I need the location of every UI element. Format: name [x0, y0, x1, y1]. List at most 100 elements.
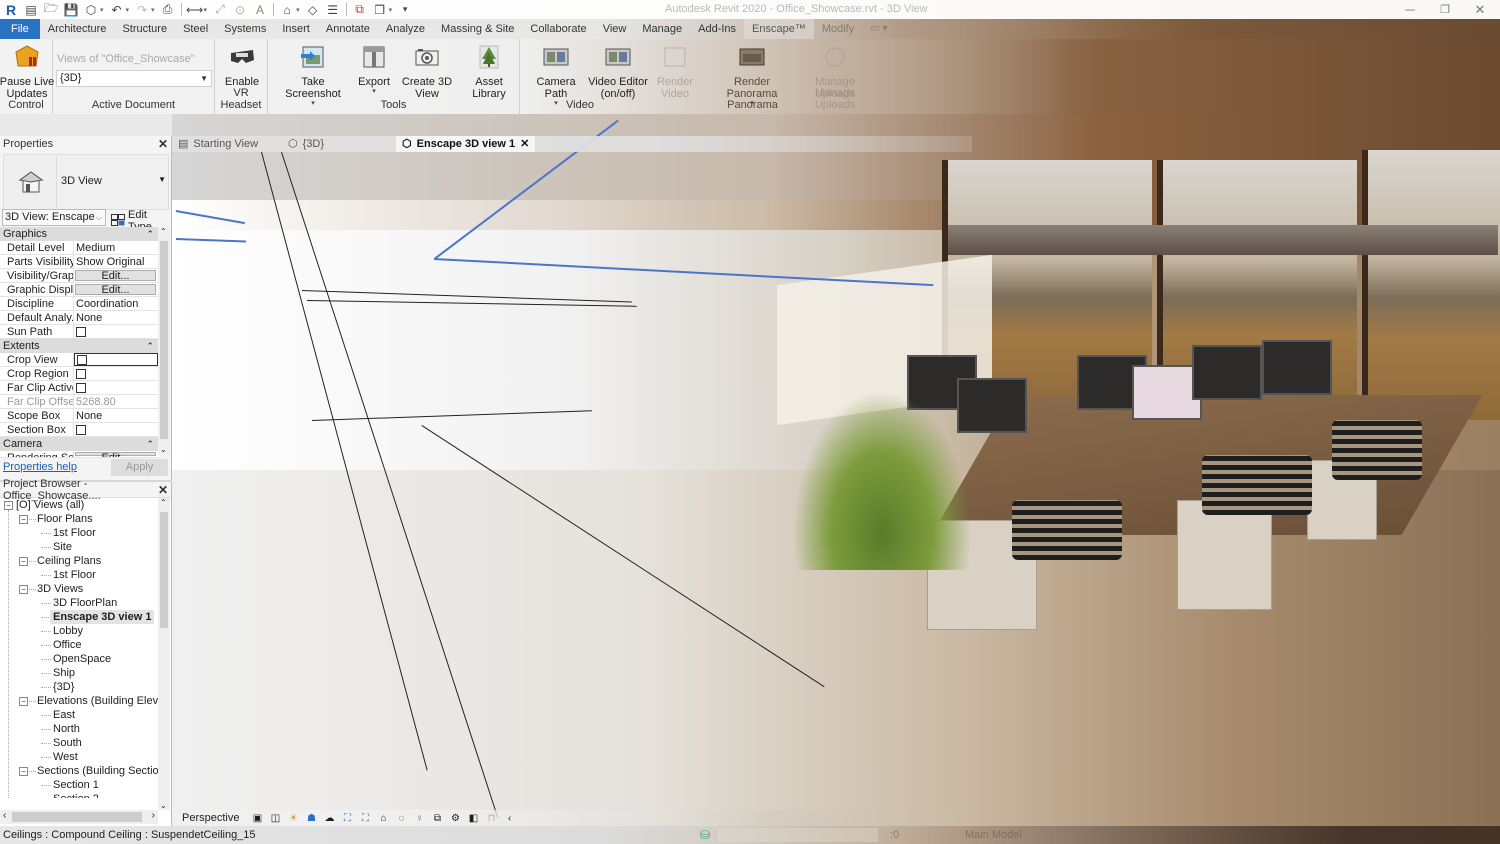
print-icon[interactable]: ⎙	[161, 2, 175, 17]
crop-view-icon[interactable]: ⛶	[341, 813, 353, 824]
section-icon[interactable]: ◇	[306, 3, 320, 17]
browser-scrollbar[interactable]: ⌃ ⌄	[158, 498, 170, 810]
redo-icon[interactable]: ↷	[135, 3, 149, 17]
3d-viewport[interactable]	[172, 0, 1500, 844]
chevron-down-icon[interactable]: ▾	[204, 6, 208, 14]
asset-library-button[interactable]: Asset Library	[461, 43, 517, 100]
sun-path-checkbox[interactable]	[76, 327, 86, 337]
tab-architecture[interactable]: Architecture	[40, 19, 115, 39]
tree-group[interactable]: Ceiling Plans	[37, 554, 101, 568]
crop-region-visible-checkbox[interactable]	[76, 369, 86, 379]
collapse-icon[interactable]: ‹	[503, 813, 515, 824]
browser-hscrollbar[interactable]: ‹ ›	[0, 810, 158, 824]
tab-view[interactable]: View	[595, 19, 635, 39]
category-graphics[interactable]: Graphics ⌃	[0, 227, 158, 241]
open-icon[interactable]: 🗁	[44, 1, 59, 17]
tree-item[interactable]: Office	[53, 638, 82, 652]
temporary-hide-icon[interactable]: ◌	[395, 813, 407, 824]
graphic-display-edit-button[interactable]: Edit...	[75, 284, 156, 296]
visibility-graphics-edit-button[interactable]: Edit...	[75, 270, 156, 282]
section-box-checkbox[interactable]	[76, 425, 86, 435]
tree-group[interactable]: Floor Plans	[37, 512, 93, 526]
apply-button[interactable]: Apply	[111, 459, 168, 476]
collapse-toggle[interactable]: −	[19, 697, 28, 706]
tree-item[interactable]: Lobby	[53, 624, 83, 638]
show-crop-region-icon[interactable]: ⛶	[359, 813, 371, 824]
collapse-toggle[interactable]: −	[19, 585, 28, 594]
visual-style-icon[interactable]: ◫	[269, 813, 281, 824]
tab-manage[interactable]: Manage	[634, 19, 690, 39]
active-model[interactable]: Main Model	[965, 829, 1022, 841]
export-button[interactable]: Export ▾	[354, 43, 394, 95]
restore-button[interactable]: ❐	[1425, 0, 1465, 19]
tree-item[interactable]: Ship	[53, 666, 75, 680]
reveal-hidden-icon[interactable]: ♀	[413, 813, 425, 824]
tab-steel[interactable]: Steel	[175, 19, 216, 39]
type-selector[interactable]: 3D View ▼	[3, 154, 169, 210]
property-value[interactable]: None	[74, 409, 158, 422]
tree-group[interactable]: Sections (Building Section)	[37, 764, 158, 778]
sync-icon[interactable]: ⬡	[84, 3, 98, 17]
ribbon-display-toggle[interactable]: ▭ ▾	[862, 19, 895, 39]
minimize-button[interactable]: ─	[1390, 0, 1430, 19]
dimension-icon[interactable]: ⤢	[213, 2, 227, 17]
measure-icon[interactable]: ⟷	[186, 3, 203, 17]
tree-item[interactable]: Section 2	[53, 792, 99, 798]
tree-item[interactable]: Site	[53, 540, 72, 554]
tree-item[interactable]: OpenSpace	[53, 652, 111, 666]
customize-icon[interactable]: ▾	[398, 3, 412, 17]
revit-logo-icon[interactable]: R	[4, 2, 18, 18]
collapse-toggle[interactable]: −	[19, 557, 28, 566]
scroll-left-icon[interactable]: ‹	[3, 810, 6, 821]
tree-group[interactable]: 3D Views	[37, 582, 83, 596]
text-icon[interactable]: A	[253, 3, 267, 17]
tree-item[interactable]: West	[53, 750, 78, 764]
tab-analyze[interactable]: Analyze	[378, 19, 433, 39]
enable-vr-button[interactable]: Enable	[221, 43, 263, 88]
scroll-up-icon[interactable]: ⌃	[160, 498, 167, 507]
tab-systems[interactable]: Systems	[216, 19, 274, 39]
render-panorama-button[interactable]: Render Panorama ▾	[712, 43, 792, 107]
chevron-down-icon[interactable]: ▾	[389, 6, 393, 14]
tab-insert[interactable]: Insert	[274, 19, 318, 39]
properties-scrollbar[interactable]: ⌃ ⌄	[158, 227, 170, 454]
tree-item[interactable]: East	[53, 708, 75, 722]
render-icon[interactable]: ☁	[323, 813, 335, 824]
instance-selector[interactable]: 3D View: Enscape 3D ⌵	[2, 209, 106, 238]
scroll-thumb[interactable]	[12, 812, 142, 822]
tab-annotate[interactable]: Annotate	[318, 19, 378, 39]
close-icon[interactable]: ✕	[520, 136, 529, 152]
category-extents[interactable]: Extents ⌃	[0, 339, 158, 353]
tree-item[interactable]: 3D FloorPlan	[53, 596, 117, 610]
undo-icon[interactable]: ↶	[110, 3, 124, 17]
3d-view-icon[interactable]: ⌂	[280, 3, 294, 17]
collapse-toggle[interactable]: −	[19, 767, 28, 776]
close-button[interactable]: ✕	[1460, 0, 1500, 19]
workset-select[interactable]	[718, 828, 878, 842]
chevron-down-icon[interactable]: ▾	[100, 6, 104, 14]
close-icon[interactable]: ✕	[158, 483, 168, 497]
take-screenshot-button[interactable]: Take Screenshot ▾	[276, 43, 350, 107]
view-tab-starting-view[interactable]: ▤ Starting View	[172, 136, 264, 152]
tree-root[interactable]: [O] Views (all)	[16, 498, 84, 512]
property-value[interactable]: Medium	[74, 241, 158, 254]
scroll-up-icon[interactable]: ⌃	[160, 227, 167, 236]
detail-level-icon[interactable]: ▣	[251, 813, 263, 824]
pause-live-updates-button[interactable]: Pause Live Updates	[0, 43, 54, 100]
close-hidden-icon[interactable]: ⧉	[353, 2, 367, 17]
chevron-down-icon[interactable]: ▾	[151, 6, 155, 14]
tab-collaborate[interactable]: Collaborate	[522, 19, 594, 39]
tab-structure[interactable]: Structure	[114, 19, 175, 39]
view-tab-enscape-3d-view-1[interactable]: ⬡ Enscape 3D view 1 ✕	[396, 136, 536, 152]
tab-massing-site[interactable]: Massing & Site	[433, 19, 522, 39]
tab-modify[interactable]: Modify	[814, 19, 862, 39]
scroll-down-icon[interactable]: ⌄	[160, 801, 167, 810]
category-camera[interactable]: Camera ⌃	[0, 437, 158, 451]
property-value[interactable]: Show Original	[74, 255, 158, 268]
crop-view-checkbox[interactable]	[77, 355, 87, 365]
sun-path-off-icon[interactable]: ☀	[287, 813, 299, 824]
create-3d-view-button[interactable]: Create 3D View	[395, 43, 459, 100]
chevron-down-icon[interactable]: ▾	[296, 6, 300, 14]
far-clip-active-checkbox[interactable]	[76, 383, 86, 393]
tab-file[interactable]: File	[0, 19, 40, 39]
